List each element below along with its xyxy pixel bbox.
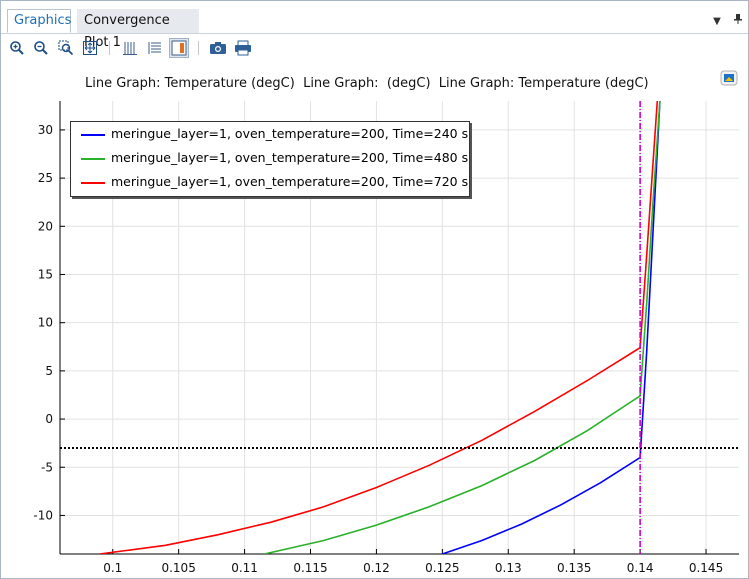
print-icon[interactable] [233,38,253,58]
tab-convergence-plot[interactable]: Convergence Plot 1 [77,9,199,50]
export-image-icon[interactable] [719,69,739,87]
tab-controls: ▼ [703,14,742,27]
zoom-out-icon[interactable] [31,38,51,58]
y-tick-label: 0 [45,412,53,426]
x-tick-label: 0.11 [231,561,258,575]
tab-graphics[interactable]: Graphics [7,9,71,33]
dropdown-arrow-icon[interactable]: ▼ [713,16,721,27]
x-tick-label: 0.1 [103,561,122,575]
series-line [442,101,661,554]
y-tick-label: 20 [38,219,53,233]
legend-swatch-green [81,157,105,160]
x-tick-label: 0.13 [495,561,522,575]
x-tick-label: 0.14 [627,561,654,575]
legend-swatch-red [81,181,105,184]
toggle-legend-icon[interactable] [169,38,189,58]
tab-bar: Graphics Convergence Plot 1 ▼ [1,1,748,50]
x-tick-label: 0.145 [689,561,723,575]
graphics-window: Graphics Convergence Plot 1 ▼ Line Graph… [0,0,749,579]
zoom-in-icon[interactable] [7,38,27,58]
plot-title: Line Graph: Temperature (degC) Line Grap… [85,76,649,91]
y-tick-label: 10 [38,316,53,330]
zoom-extents-icon[interactable] [80,38,100,58]
camera-icon[interactable] [208,38,228,58]
graphics-toolbar [1,35,748,61]
legend: meringue_layer=1, oven_temperature=200, … [70,121,470,197]
zoom-box-icon[interactable] [56,38,76,58]
legend-label: meringue_layer=1, oven_temperature=200, … [111,126,469,141]
legend-item: meringue_layer=1, oven_temperature=200, … [81,148,468,168]
legend-item: meringue_layer=1, oven_temperature=200, … [81,124,468,144]
toggle-axes-icon[interactable] [145,38,165,58]
x-tick-label: 0.105 [161,561,195,575]
legend-swatch-blue [81,133,105,136]
x-tick-label: 0.125 [425,561,459,575]
legend-item: meringue_layer=1, oven_temperature=200, … [81,172,468,192]
y-tick-label: 15 [38,267,53,281]
x-tick-label: 0.135 [557,561,591,575]
y-tick-label: 5 [45,364,53,378]
x-tick-label: 0.115 [293,561,327,575]
toggle-grid-icon[interactable] [120,38,140,58]
x-tick-label: 0.12 [363,561,390,575]
y-tick-label: 25 [38,171,53,185]
y-tick-label: -10 [33,508,53,522]
y-tick-label: 30 [38,123,53,137]
pin-icon[interactable] [734,14,742,27]
legend-label: meringue_layer=1, oven_temperature=200, … [111,174,469,189]
legend-label: meringue_layer=1, oven_temperature=200, … [111,150,469,165]
y-tick-label: -5 [41,460,53,474]
